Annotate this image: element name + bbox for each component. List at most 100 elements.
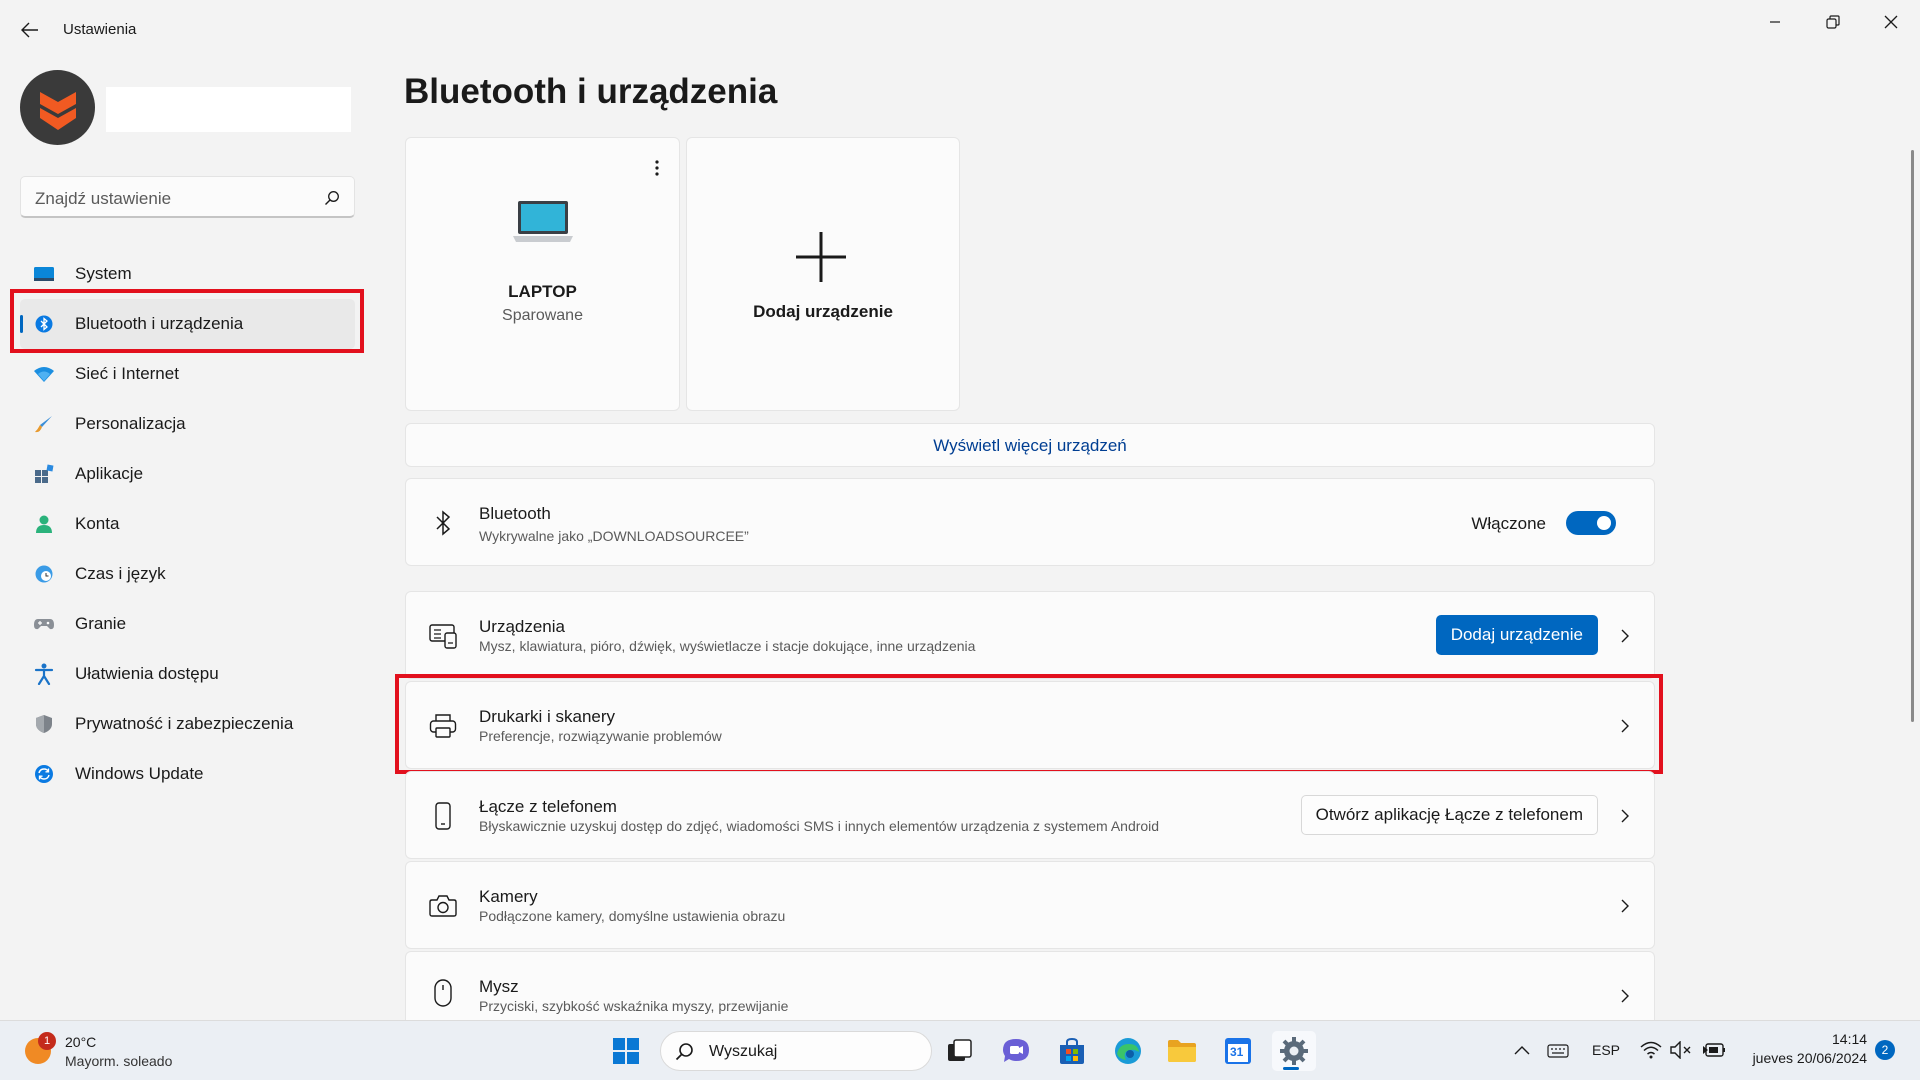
volume-muted-icon[interactable] <box>1670 1041 1692 1059</box>
wifi-tray-icon[interactable] <box>1640 1041 1662 1059</box>
title-bar: Ustawienia <box>0 0 1920 60</box>
phone-icon <box>428 801 458 831</box>
add-device-card[interactable]: Dodaj urządzenie <box>686 137 960 411</box>
bluetooth-toggle[interactable] <box>1566 511 1616 535</box>
calendar-day: 31 <box>1230 1045 1244 1059</box>
chevron-right-icon <box>1621 629 1629 643</box>
back-button[interactable] <box>14 14 46 46</box>
devices-row[interactable]: Urządzenia Mysz, klawiatura, pióro, dźwi… <box>405 591 1655 679</box>
sidebar-item-label: Aplikacje <box>75 464 144 483</box>
sidebar-item-label: Sieć i Internet <box>75 364 179 383</box>
cameras-title: Kamery <box>479 887 538 906</box>
mouse-subtitle: Przyciski, szybkość wskaźnika myszy, prz… <box>479 998 789 1014</box>
toggle-knob <box>1597 516 1611 530</box>
task-view-button[interactable] <box>940 1031 980 1071</box>
phone-link-title: Łącze z telefonem <box>479 797 617 816</box>
wifi-icon <box>33 363 55 385</box>
folder-icon <box>1168 1040 1196 1062</box>
sidebar-item-label: Windows Update <box>75 764 204 783</box>
battery-charging-icon[interactable] <box>1702 1041 1726 1059</box>
accessibility-icon <box>33 663 55 685</box>
highlight-box-sidebar <box>10 289 364 353</box>
notification-badge[interactable]: 2 <box>1875 1040 1895 1060</box>
windows-logo-icon <box>613 1038 639 1064</box>
store-icon <box>1060 1037 1084 1064</box>
sidebar-item-label: Prywatność i zabezpieczenia <box>75 714 294 733</box>
gamepad-icon <box>33 613 55 635</box>
bluetooth-symbol-icon <box>428 508 458 538</box>
sidebar-item-privacy[interactable]: Prywatność i zabezpieczenia <box>20 699 355 749</box>
chevron-right-icon <box>1621 809 1629 823</box>
page-title: Bluetooth i urządzenia <box>404 72 778 111</box>
devices-title: Urządzenia <box>479 617 565 636</box>
taskbar: 1 20°C Mayorm. soleado Wyszukaj 31 ESP 1… <box>0 1020 1920 1080</box>
sidebar-item-personalization[interactable]: Personalizacja <box>20 399 355 449</box>
scrollbar[interactable] <box>1911 150 1914 722</box>
sidebar-item-gaming[interactable]: Granie <box>20 599 355 649</box>
edge-button[interactable] <box>1108 1031 1148 1071</box>
device-status: Sparowane <box>502 307 583 324</box>
phone-link-subtitle: Błyskawicznie uzyskuj dostęp do zdjęć, w… <box>479 818 1160 834</box>
highlight-box-printers <box>395 674 1663 774</box>
search-input[interactable]: Znajdź ustawienie <box>20 176 355 218</box>
teams-chat-button[interactable] <box>996 1031 1036 1071</box>
monitor-icon <box>33 263 55 285</box>
file-explorer-button[interactable] <box>1162 1031 1202 1071</box>
add-device-label: Dodaj urządzenie <box>753 302 893 321</box>
brush-icon <box>33 413 55 435</box>
laptop-icon <box>513 201 573 242</box>
clock-time[interactable]: 14:14 <box>1832 1031 1867 1047</box>
chevron-up-icon[interactable] <box>1514 1045 1530 1055</box>
language-indicator[interactable]: ESP <box>1592 1042 1620 1058</box>
sidebar-item-accessibility[interactable]: Ułatwienia dostępu <box>20 649 355 699</box>
device-card-laptop[interactable]: LAPTOP Sparowane <box>405 137 680 411</box>
store-button[interactable] <box>1052 1031 1092 1071</box>
chevron-right-icon <box>1621 989 1629 1003</box>
add-device-button[interactable]: Dodaj urządzenie <box>1435 615 1598 655</box>
start-button[interactable] <box>606 1031 646 1071</box>
edge-icon <box>1115 1038 1141 1064</box>
more-options-icon[interactable] <box>655 160 659 176</box>
sidebar-item-accounts[interactable]: Konta <box>20 499 355 549</box>
chat-icon <box>1003 1039 1029 1062</box>
weather-badge: 1 <box>38 1032 56 1050</box>
taskbar-search[interactable]: Wyszukaj <box>660 1031 932 1071</box>
logo-icon <box>39 91 76 130</box>
close-icon <box>1884 15 1898 29</box>
sidebar-item-label: Granie <box>75 614 127 633</box>
sidebar-item-label: Konta <box>75 514 120 533</box>
sidebar-item-label: Personalizacja <box>75 414 186 433</box>
settings-gear-icon <box>1280 1037 1308 1065</box>
cameras-row[interactable]: Kamery Podłączone kamery, domyślne ustaw… <box>405 861 1655 949</box>
close-button[interactable] <box>1868 4 1914 40</box>
clock-date[interactable]: jueves 20/06/2024 <box>1743 1050 1867 1066</box>
minimize-button[interactable] <box>1752 4 1798 40</box>
sidebar-item-network[interactable]: Sieć i Internet <box>20 349 355 399</box>
sidebar-item-windows-update[interactable]: Windows Update <box>20 749 355 799</box>
keyboard-icon[interactable] <box>1547 1044 1569 1058</box>
mouse-row[interactable]: Mysz Przyciski, szybkość wskaźnika myszy… <box>405 951 1655 1020</box>
sidebar-item-apps[interactable]: Aplikacje <box>20 449 355 499</box>
phone-link-row[interactable]: Łącze z telefonem Błyskawicznie uzyskuj … <box>405 771 1655 859</box>
sidebar-item-label: Ułatwienia dostępu <box>75 664 219 683</box>
open-phone-link-button[interactable]: Otwórz aplikację Łącze z telefonem <box>1300 795 1598 835</box>
restore-button[interactable] <box>1810 4 1856 40</box>
active-app-indicator <box>1283 1067 1299 1070</box>
calendar-button[interactable]: 31 <box>1218 1031 1258 1071</box>
back-arrow-icon <box>21 22 38 38</box>
weather-temp: 20°C <box>65 1034 97 1050</box>
minimize-icon <box>1770 21 1780 23</box>
plus-icon <box>796 232 846 282</box>
chevron-right-icon <box>1621 899 1629 913</box>
device-name: LAPTOP <box>508 282 577 301</box>
sidebar-item-time-language[interactable]: Czas i język <box>20 549 355 599</box>
app-title: Ustawienia <box>63 21 137 38</box>
search-icon[interactable] <box>324 190 340 206</box>
avatar[interactable] <box>20 70 95 145</box>
show-more-devices-link[interactable]: Wyświetl więcej urządzeń <box>405 423 1655 467</box>
taskbar-search-label: Wyszukaj <box>709 1043 778 1060</box>
search-icon <box>675 1043 693 1061</box>
mouse-icon <box>428 978 458 1008</box>
devices-subtitle: Mysz, klawiatura, pióro, dźwięk, wyświet… <box>479 638 976 654</box>
settings-taskbar-button[interactable] <box>1272 1031 1316 1071</box>
